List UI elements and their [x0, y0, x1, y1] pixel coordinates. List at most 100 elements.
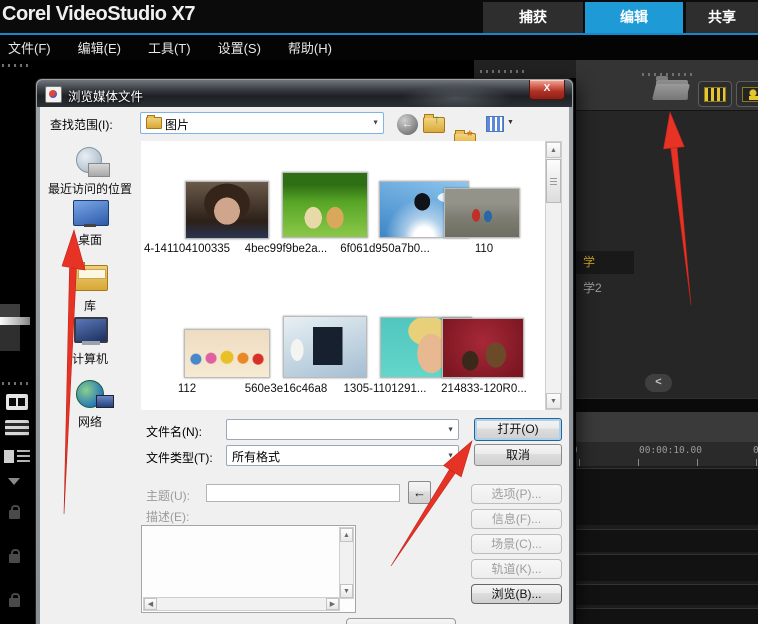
scroll-left-button[interactable]: ◀ — [144, 598, 157, 610]
description-textarea[interactable]: ▲ ▼ ◀ ▶ — [141, 525, 356, 613]
import-media-folder-icon[interactable] — [656, 76, 688, 100]
menu-file[interactable]: 文件(F) — [8, 38, 51, 57]
open-button[interactable]: 打开(O) — [474, 418, 562, 441]
libraries-icon — [73, 262, 108, 291]
description-vscrollbar[interactable]: ▲ ▼ — [339, 527, 354, 599]
timeline-ruler[interactable]: 0 00:00:10.00 0 — [576, 442, 758, 467]
library-item-selected[interactable]: 学 — [576, 251, 634, 274]
file-name[interactable]: 1305-1101291... — [333, 383, 437, 395]
file-thumbnail-portrait-photo[interactable] — [185, 181, 269, 239]
file-thumbnail-ducks-photo[interactable] — [184, 329, 270, 378]
views-menu-button[interactable] — [486, 116, 504, 132]
library-item[interactable]: 学2 — [576, 277, 634, 300]
previous-subject-button[interactable]: ← — [408, 481, 431, 504]
title-track[interactable] — [576, 554, 758, 581]
storyboard-view-icon[interactable] — [6, 394, 28, 410]
dropdown-arrow-icon: ▼ — [447, 426, 454, 433]
back-button[interactable]: ← — [397, 114, 418, 135]
menu-tools[interactable]: 工具(T) — [148, 38, 191, 57]
sidebar-item-network[interactable]: 网络 — [40, 413, 140, 430]
scroll-down-button[interactable]: ▼ — [546, 393, 561, 409]
menu-help[interactable]: 帮助(H) — [288, 38, 332, 57]
file-list-scrollbar[interactable]: ▲ ▼ — [545, 141, 562, 410]
file-thumbnail-polar-bear-photo[interactable] — [283, 316, 367, 378]
scroll-right-button[interactable]: ▶ — [326, 598, 339, 610]
file-name-combobox[interactable]: ▼ — [226, 419, 459, 440]
expand-tracks-icon[interactable] — [8, 478, 20, 485]
scroll-left-icon: ◀ — [147, 601, 154, 608]
back-arrow-icon: ← — [402, 118, 413, 130]
description-hscrollbar[interactable]: ◀ ▶ — [143, 597, 340, 611]
library-paper — [78, 269, 106, 279]
video-track[interactable] — [576, 468, 758, 525]
file-thumbnail-kids-photo[interactable] — [444, 188, 520, 238]
cancel-button[interactable]: 取消 — [474, 444, 562, 466]
file-name[interactable]: 4-141104100335 — [135, 243, 239, 255]
scenes-button[interactable]: 场景(C)... — [471, 534, 562, 554]
voice-track[interactable] — [576, 584, 758, 605]
file-name[interactable]: 4bec99f9be2a... — [234, 243, 338, 255]
panel-grip-dots[interactable] — [480, 70, 524, 73]
tab-share[interactable]: 共享 — [686, 2, 758, 33]
file-thumbnail-puppies-photo[interactable] — [282, 172, 368, 238]
file-type-combobox[interactable]: 所有格式 ▼ — [226, 445, 459, 466]
menu-settings[interactable]: 设置(S) — [218, 38, 261, 57]
folder-icon — [146, 115, 162, 129]
scroll-right-icon: ▶ — [329, 601, 336, 608]
overlay-track[interactable] — [576, 529, 758, 552]
panel-grip-dots[interactable] — [2, 382, 32, 385]
subject-field[interactable] — [206, 484, 400, 502]
panel-grip-dots[interactable] — [2, 64, 32, 67]
sidebar-item-recent-places[interactable]: 最近访问的位置 — [40, 180, 140, 197]
look-in-label: 查找范围(I): — [50, 118, 113, 132]
show-videos-button[interactable] — [698, 81, 732, 107]
ruler-tick — [579, 459, 580, 466]
scroll-down-button[interactable]: ▼ — [340, 584, 353, 598]
dropdown-arrow-icon: ▼ — [447, 452, 454, 459]
tracks-button[interactable]: 轨道(K)... — [471, 559, 562, 579]
file-name[interactable]: 214833-120R0... — [432, 383, 536, 395]
desktop-icon — [73, 200, 109, 226]
thumb-grip — [550, 184, 557, 185]
track-manager-icon[interactable] — [4, 450, 30, 463]
left-arrow-icon: ← — [413, 485, 426, 500]
chevron-left-icon: < — [655, 376, 662, 388]
file-name[interactable]: 112 — [135, 383, 239, 395]
dialog-titlebar[interactable]: 浏览媒体文件 X — [37, 80, 572, 107]
menu-edit[interactable]: 编辑(E) — [78, 38, 121, 57]
file-name[interactable]: 110 — [432, 243, 536, 255]
browse-button[interactable]: 浏览(B)... — [471, 584, 562, 604]
scroll-up-button[interactable]: ▲ — [340, 528, 353, 542]
app-titlebar: Corel VideoStudio X7 捕获 编辑 共享 — [0, 0, 758, 33]
collapse-panel-button[interactable]: < — [645, 374, 672, 392]
sidebar-item-computer[interactable]: 计算机 — [40, 350, 140, 367]
ruler-tick — [638, 459, 639, 466]
panel-grip-dots[interactable] — [642, 73, 694, 76]
partial-bottom-button[interactable] — [346, 618, 456, 624]
ruler-tick — [697, 459, 698, 466]
show-photos-button[interactable] — [736, 81, 758, 107]
scroll-up-button[interactable]: ▲ — [546, 142, 561, 158]
music-track[interactable] — [576, 608, 758, 624]
tab-edit[interactable]: 编辑 — [585, 2, 683, 33]
file-name[interactable]: 6f061d950a7b0... — [333, 243, 437, 255]
left-rail-block — [0, 304, 20, 317]
timeline-view-icon[interactable] — [5, 420, 29, 436]
sidebar-item-libraries[interactable]: 库 — [40, 297, 140, 314]
track-lock-icon[interactable] — [9, 593, 20, 607]
track-lock-icon[interactable] — [9, 549, 20, 563]
tab-capture[interactable]: 捕获 — [483, 2, 583, 33]
info-button[interactable]: 信息(F)... — [471, 509, 562, 529]
thumb-grip — [550, 181, 557, 182]
file-thumbnail-dogs-photo[interactable] — [442, 318, 524, 378]
scroll-up-icon: ▲ — [550, 147, 557, 154]
sidebar-item-desktop[interactable]: 桌面 — [40, 231, 140, 248]
file-name[interactable]: 560e3e16c46a8 — [234, 383, 338, 395]
up-one-level-button[interactable]: ↑ — [423, 112, 445, 133]
close-button[interactable]: X — [529, 80, 565, 100]
views-dropdown-icon[interactable]: ▼ — [507, 119, 514, 126]
look-in-combobox[interactable]: 图片 ▼ — [140, 112, 384, 134]
track-lock-icon[interactable] — [9, 505, 20, 519]
scrollbar-thumb[interactable] — [546, 159, 561, 203]
options-button[interactable]: 选项(P)... — [471, 484, 562, 504]
